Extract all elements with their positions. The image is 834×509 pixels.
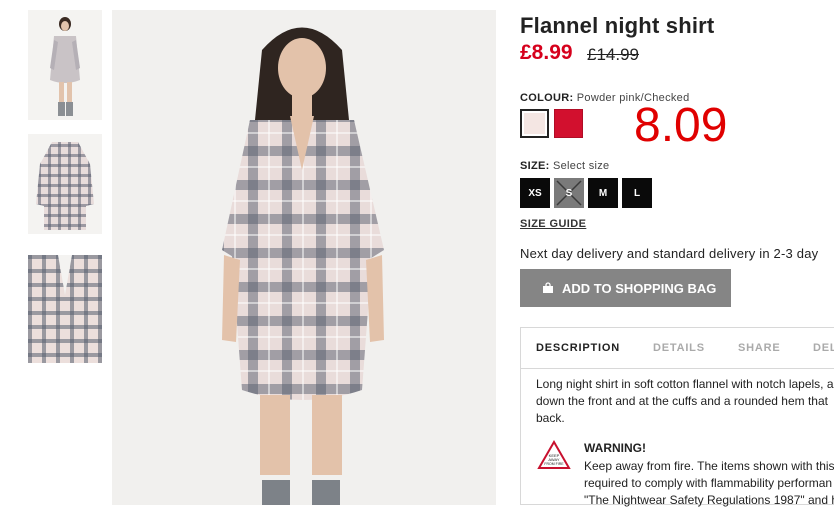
add-to-bag-label: ADD TO SHOPPING BAG	[562, 280, 717, 296]
add-to-shopping-bag-button[interactable]: ADD TO SHOPPING BAG	[520, 269, 731, 307]
size-guide-link[interactable]: SIZE GUIDE	[520, 218, 586, 230]
warning-line-2: required to comply with flammability per…	[584, 476, 833, 490]
warning-line-3: "The Nightwear Safety Regulations 1987" …	[584, 493, 834, 507]
product-title: Flannel night shirt	[520, 13, 715, 38]
delivery-info: Next day delivery and standard delivery …	[520, 246, 819, 261]
tab-details[interactable]: DETAILS	[653, 342, 705, 354]
size-s-button-unavailable[interactable]: S	[554, 178, 584, 208]
warning-line-1: Keep away from fire. The items shown wit…	[584, 459, 834, 473]
size-s-label: S	[565, 187, 573, 199]
overlay-annotation-number: 8.09	[634, 99, 728, 152]
tab-description[interactable]: DESCRIPTION	[536, 342, 620, 354]
swatch-powder-pink-fill	[524, 113, 545, 134]
size-label: SIZE:	[520, 160, 550, 172]
main-product-image[interactable]	[112, 10, 496, 505]
description-line-2: down the front and at the cuffs and a ro…	[536, 394, 828, 408]
model-wearing-night-shirt-image	[112, 10, 496, 505]
warning-text: Keep away from fire. The items shown wit…	[584, 458, 834, 509]
sale-price: £8.99	[520, 41, 573, 64]
thumbnail-shirt-detail[interactable]	[28, 255, 102, 363]
original-price: £14.99	[587, 45, 639, 64]
tab-share[interactable]: SHARE	[738, 342, 781, 354]
size-l-button[interactable]: L	[622, 178, 652, 208]
size-label-row: SIZE: Select size	[520, 160, 609, 172]
keep-away-from-fire-icon: KEEP AWAY FROM FIRE	[537, 440, 571, 469]
thumbnail-shirt-front[interactable]	[28, 134, 102, 234]
product-info-panel: DESCRIPTION DETAILS SHARE DEL Long night…	[520, 327, 834, 507]
model-thumbnail-image	[28, 10, 102, 120]
colour-label: COLOUR:	[520, 92, 574, 104]
thumbnail-full-body[interactable]	[28, 10, 102, 120]
size-xs-button[interactable]: XS	[520, 178, 550, 208]
description-line-1: Long night shirt in soft cotton flannel …	[536, 377, 834, 391]
tab-delivery[interactable]: DEL	[813, 342, 834, 354]
fire-icon-text-3: FROM FIRE	[544, 462, 564, 466]
swatch-powder-pink[interactable]	[520, 109, 549, 138]
size-prompt: Select size	[552, 160, 610, 172]
description-line-3: back.	[536, 411, 565, 425]
shirt-thumbnail-image	[28, 134, 102, 234]
product-info-tabs: DESCRIPTION DETAILS SHARE DEL	[521, 328, 834, 369]
size-m-button[interactable]: M	[588, 178, 618, 208]
description-text: Long night shirt in soft cotton flannel …	[536, 376, 834, 427]
detail-thumbnail-image	[28, 255, 102, 363]
shopping-bag-icon	[543, 282, 553, 293]
warning-title: WARNING!	[584, 441, 646, 455]
swatch-red[interactable]	[554, 109, 583, 138]
